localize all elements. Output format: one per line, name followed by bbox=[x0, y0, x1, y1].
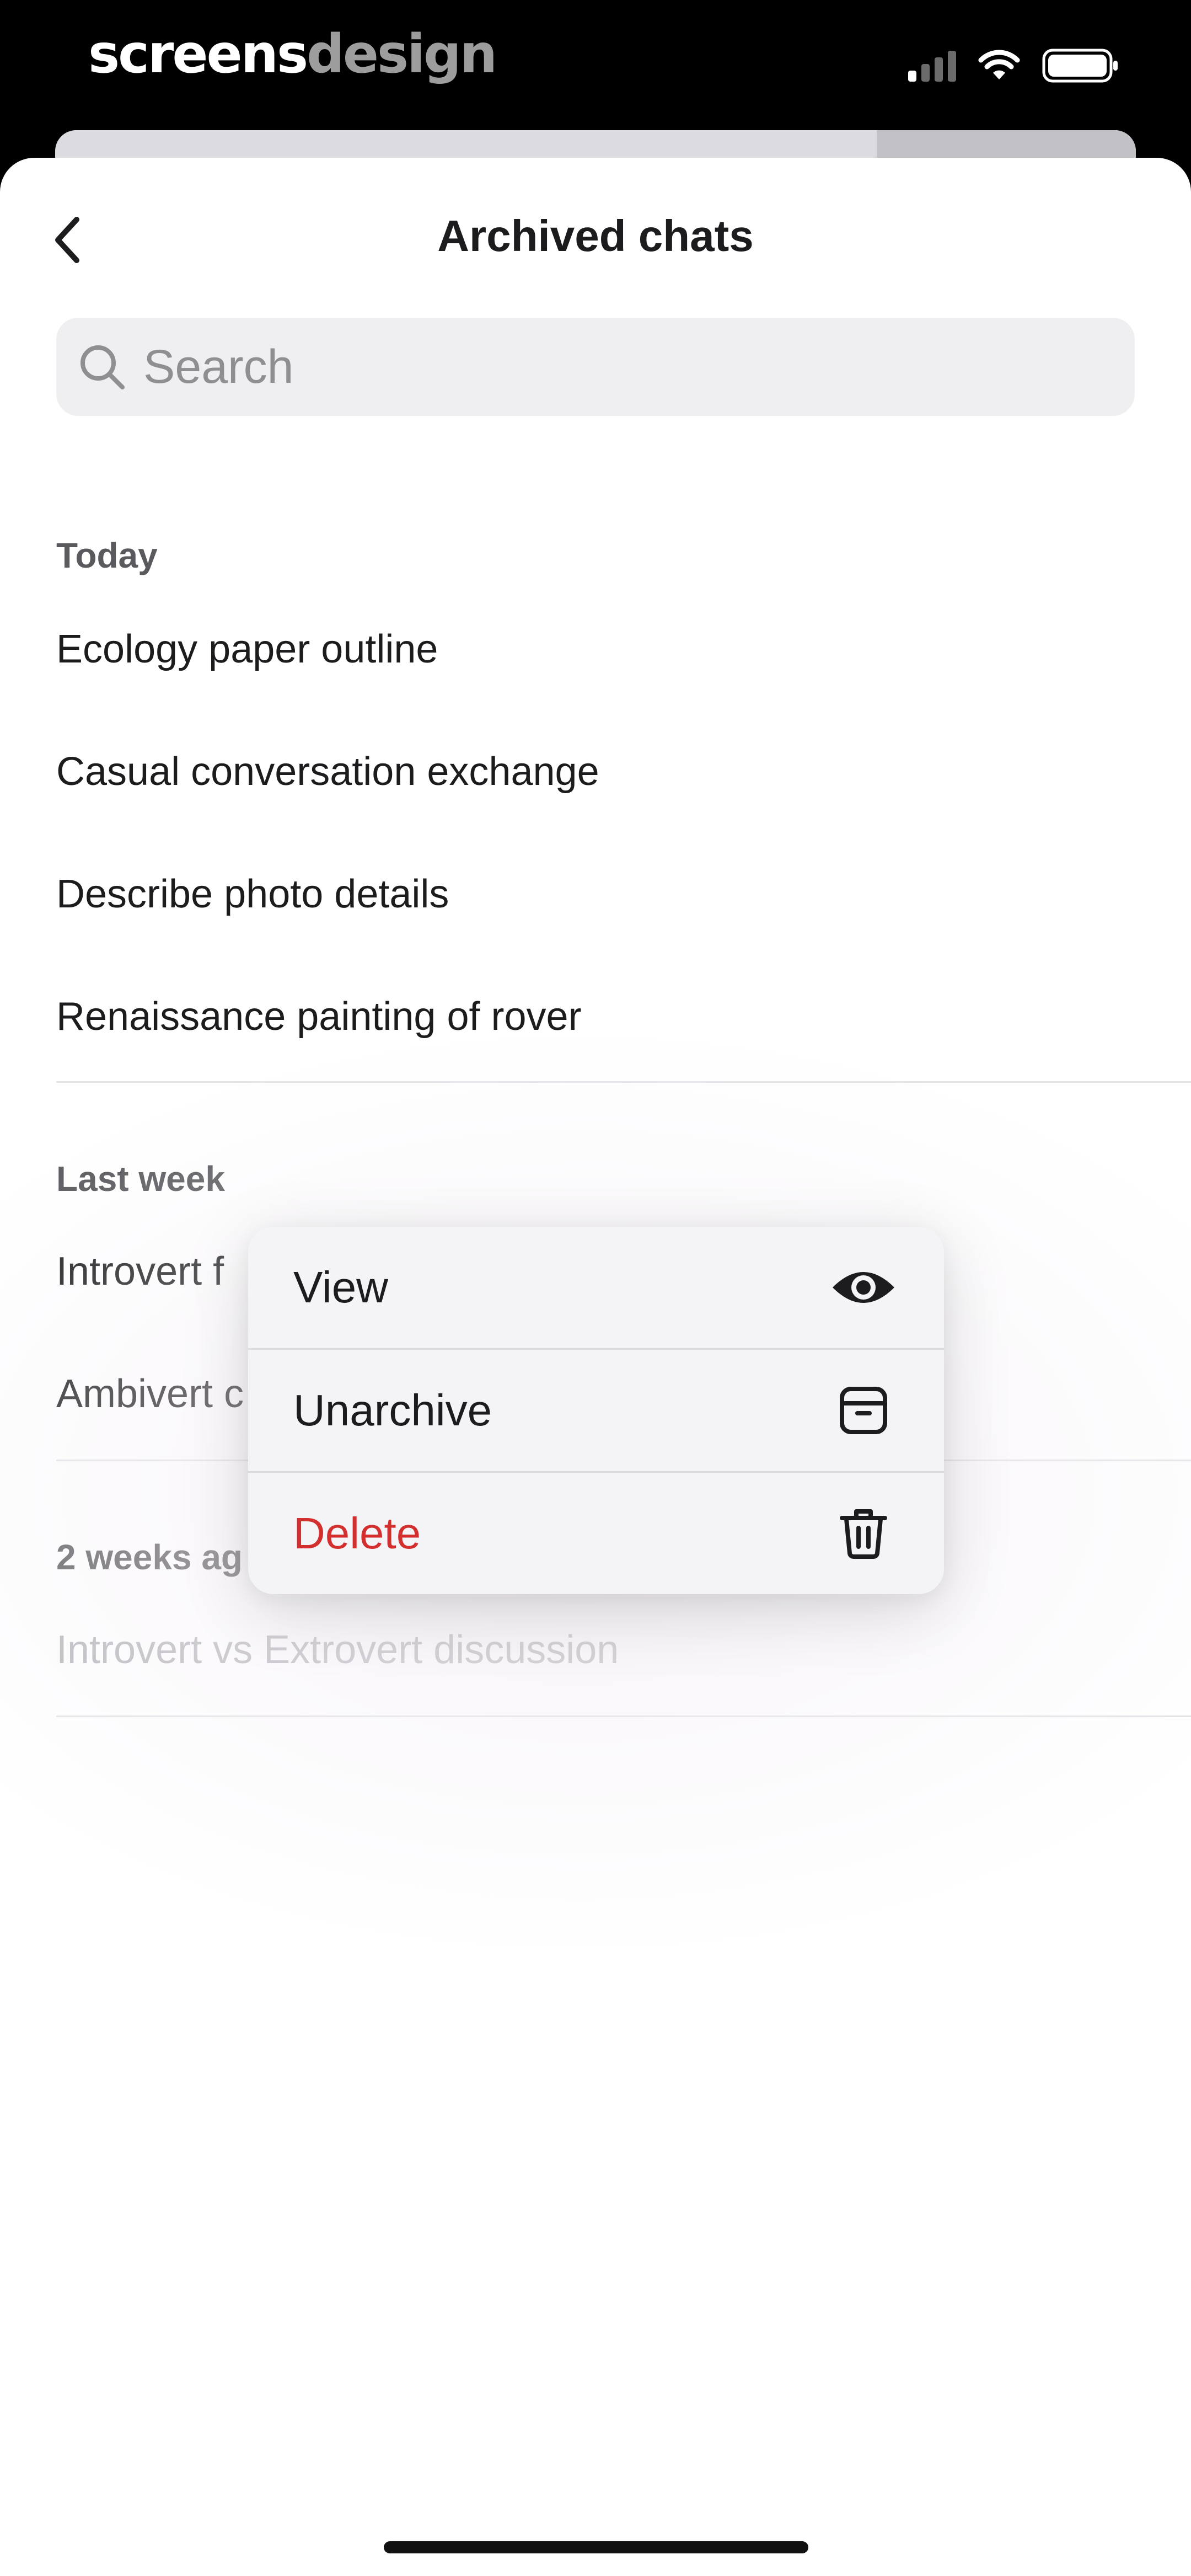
section-divider bbox=[56, 1715, 1191, 1717]
chat-item[interactable]: Ambivert c bbox=[56, 1371, 244, 1417]
search-input[interactable] bbox=[143, 318, 1081, 416]
brand-text-secondary: design bbox=[307, 23, 497, 85]
brand-logo: screensdesign bbox=[88, 23, 497, 85]
unarchive-label: Unarchive bbox=[293, 1386, 492, 1435]
chat-item[interactable]: Ecology paper outline bbox=[56, 627, 438, 672]
archive-box-icon bbox=[830, 1377, 897, 1444]
view-label: View bbox=[293, 1263, 388, 1312]
status-icons bbox=[908, 49, 1119, 83]
battery-icon bbox=[1042, 49, 1118, 83]
chat-item[interactable]: Describe photo details bbox=[56, 872, 449, 917]
section-header-last-week: Last week bbox=[56, 1159, 225, 1199]
chat-item[interactable]: Introvert f bbox=[56, 1249, 224, 1294]
trash-icon bbox=[830, 1500, 897, 1567]
delete-menu-item[interactable]: Delete bbox=[248, 1471, 944, 1594]
page-title: Archived chats bbox=[437, 211, 754, 260]
cellular-signal-icon bbox=[908, 50, 956, 82]
status-bar: screensdesign bbox=[0, 0, 1191, 132]
brand-text-primary: screens bbox=[88, 23, 308, 85]
chat-item[interactable]: Casual conversation exchange bbox=[56, 749, 599, 794]
section-header-2-weeks-ago: 2 weeks ag bbox=[56, 1537, 243, 1577]
delete-label: Delete bbox=[293, 1509, 421, 1558]
chat-item[interactable]: Renaissance painting of rover bbox=[56, 994, 582, 1039]
archived-chats-sheet: Archived chats Today Ecology paper outli… bbox=[0, 158, 1191, 2576]
chat-item-selected[interactable]: Introvert vs Extrovert discussion bbox=[56, 1627, 619, 1672]
home-indicator[interactable] bbox=[384, 2541, 808, 2553]
search-icon bbox=[81, 345, 125, 389]
section-divider bbox=[56, 1081, 1191, 1083]
search-bar[interactable] bbox=[56, 318, 1135, 416]
eye-icon bbox=[830, 1254, 897, 1321]
context-menu: View Unarchive Delete bbox=[248, 1227, 944, 1594]
unarchive-menu-item[interactable]: Unarchive bbox=[248, 1348, 944, 1471]
section-header-today: Today bbox=[56, 536, 158, 575]
view-menu-item[interactable]: View bbox=[248, 1227, 944, 1348]
wifi-icon bbox=[978, 50, 1020, 79]
